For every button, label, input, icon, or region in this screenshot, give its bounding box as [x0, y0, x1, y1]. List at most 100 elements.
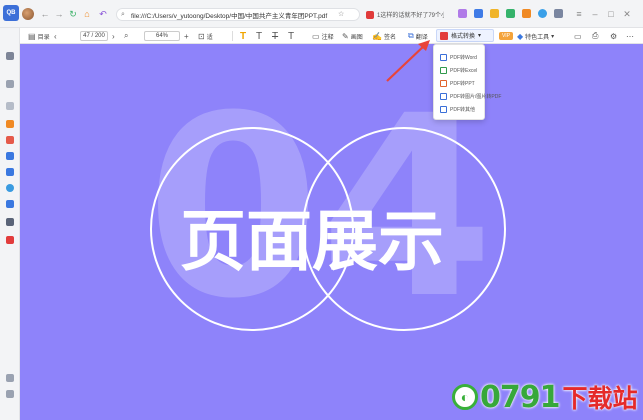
extension-icon-6[interactable] [538, 9, 547, 18]
draw-icon: ✎ [342, 31, 349, 41]
fit-label: 适 [206, 34, 213, 41]
fit-button[interactable]: ⊡ 适 [198, 30, 213, 42]
download-icon[interactable] [6, 218, 14, 226]
menu-item-pdf-to-word[interactable]: PDF转Word [434, 51, 484, 64]
text-t-icon: T [256, 30, 263, 42]
menu-icon[interactable]: ≡ [574, 9, 584, 19]
add-text-icon: T [288, 30, 295, 42]
orange-app-icon[interactable] [6, 120, 14, 128]
settings-button[interactable]: ⚙ [610, 30, 619, 42]
page-number-input[interactable]: 47 / 200 [80, 31, 108, 41]
extension-icon-3[interactable] [490, 9, 499, 18]
address-bar[interactable]: ⌕ file:///C:/Users/v_yutoong/Desktop/中国/… [116, 8, 360, 21]
menu-item-pdf-to-excel[interactable]: PDF转Excel [434, 64, 484, 77]
title-bar: QB ← → ↻ ⌂ ↶ ⌕ file:///C:/Users/v_yutoon… [0, 0, 643, 28]
vip-badge: VIP [499, 32, 513, 40]
slide-graphic: 04 页面展示 [146, 62, 506, 353]
other-file-icon [440, 106, 447, 113]
news-icon [366, 10, 374, 19]
search-button[interactable]: ⌕ [124, 30, 130, 42]
close-icon[interactable]: ✕ [622, 9, 632, 19]
arrow-annotation [386, 40, 430, 82]
extension-icon-7[interactable] [554, 9, 563, 18]
red-app-icon[interactable] [6, 136, 14, 144]
special-tools-label: 特色工具 [525, 34, 550, 41]
strike-text-button[interactable]: T [272, 30, 280, 42]
zoom-select[interactable]: 64% [144, 31, 180, 41]
pdf-page: 04 页面展示 [20, 44, 643, 420]
prev-page-button[interactable]: ‹ [54, 30, 59, 42]
menu-item-pdf-image[interactable]: PDF转图片/图片转PDF [434, 90, 501, 103]
divider [232, 31, 233, 41]
image-file-icon [440, 93, 447, 100]
zoom-in-button[interactable]: + [184, 30, 191, 42]
avatar[interactable] [22, 8, 34, 20]
undo-icon[interactable]: ↶ [98, 9, 108, 19]
extension-icon-4[interactable] [506, 9, 515, 18]
settings-icon[interactable] [6, 390, 14, 398]
highlight-text-button[interactable]: T [240, 30, 248, 42]
history-icon[interactable] [6, 374, 14, 382]
ppt-file-icon [440, 80, 447, 87]
pdf-app-icon[interactable] [6, 236, 14, 244]
back-icon[interactable]: ← [40, 9, 50, 19]
site-watermark: ◐ 0791 下载站 [452, 378, 642, 416]
extension-icon-5[interactable] [522, 9, 531, 18]
menu-item-pdf-other[interactable]: PDF转其他 [434, 103, 484, 116]
doc-icon[interactable] [6, 200, 14, 208]
news-ticker[interactable]: 1这样的话就不好了79个小 [366, 8, 444, 21]
chevron-down-icon: ▾ [551, 33, 555, 40]
more-icon: ⋯ [626, 31, 634, 41]
watermark-number: 0791 [480, 379, 560, 415]
comment-button[interactable]: ▭ 注释 [312, 30, 334, 42]
search-icon: ⌕ [121, 11, 125, 18]
maximize-icon[interactable]: □ [606, 9, 616, 19]
catalog-button[interactable]: ▤ 目录 [28, 30, 50, 42]
format-convert-button[interactable]: 格式转换 ▾ [436, 29, 494, 42]
magnifier-icon: ⌕ [124, 31, 129, 40]
extension-icon-1[interactable] [458, 9, 467, 18]
forward-icon[interactable]: → [54, 9, 64, 19]
comment-icon: ▭ [312, 31, 320, 41]
menu-item-pdf-to-ppt[interactable]: PDF转PPT [434, 77, 484, 90]
draw-button[interactable]: ✎ 画图 [342, 30, 363, 42]
menu-item-label: PDF转图片/图片转PDF [450, 94, 502, 100]
browser-logo-icon[interactable]: QB [3, 5, 19, 21]
menu-item-label: PDF转Word [450, 55, 477, 61]
globe-icon[interactable] [6, 184, 14, 192]
plus-icon[interactable] [6, 102, 14, 110]
slide-title: 页面展示 [180, 203, 444, 280]
chevron-down-icon: ▾ [478, 33, 482, 39]
extension-icon-2[interactable] [474, 9, 483, 18]
highlight-t-icon: T [240, 30, 247, 42]
blue-app-icon[interactable] [6, 152, 14, 160]
text-button[interactable]: T [256, 30, 264, 42]
watermark-text: 下载站 [562, 384, 638, 413]
special-tools-icon: ◆ [517, 31, 524, 41]
monitor-icon: ▭ [574, 31, 582, 41]
minimize-icon[interactable]: – [590, 9, 600, 19]
zoom-value: 64% [155, 33, 168, 39]
catalog-label: 目录 [37, 34, 50, 41]
special-tools-button[interactable]: ◆ 特色工具 ▾ [517, 30, 554, 42]
fit-icon: ⊡ [198, 31, 205, 41]
chevron-right-icon: › [112, 31, 115, 41]
left-sidebar [0, 28, 20, 420]
excel-file-icon [440, 67, 447, 74]
menu-item-label: PDF转Excel [450, 68, 478, 74]
more-button[interactable]: ⋯ [626, 30, 636, 42]
print-button[interactable]: ⎙ [592, 30, 600, 42]
home-icon[interactable]: ⌂ [82, 9, 92, 19]
tag-icon[interactable] [6, 80, 14, 88]
calendar-icon[interactable] [6, 168, 14, 176]
gear-icon: ⚙ [610, 31, 618, 41]
screen-button[interactable]: ▭ [574, 30, 584, 42]
add-text-button[interactable]: T [288, 30, 296, 42]
refresh-icon[interactable]: ↻ [68, 9, 78, 19]
draw-label: 画图 [350, 34, 363, 41]
vip-label: VIP [501, 33, 511, 39]
menu-item-label: PDF转其他 [450, 107, 476, 113]
grid-icon[interactable] [6, 52, 14, 60]
next-page-button[interactable]: › [112, 30, 117, 42]
bookmark-icon[interactable]: ☆ [338, 10, 344, 18]
